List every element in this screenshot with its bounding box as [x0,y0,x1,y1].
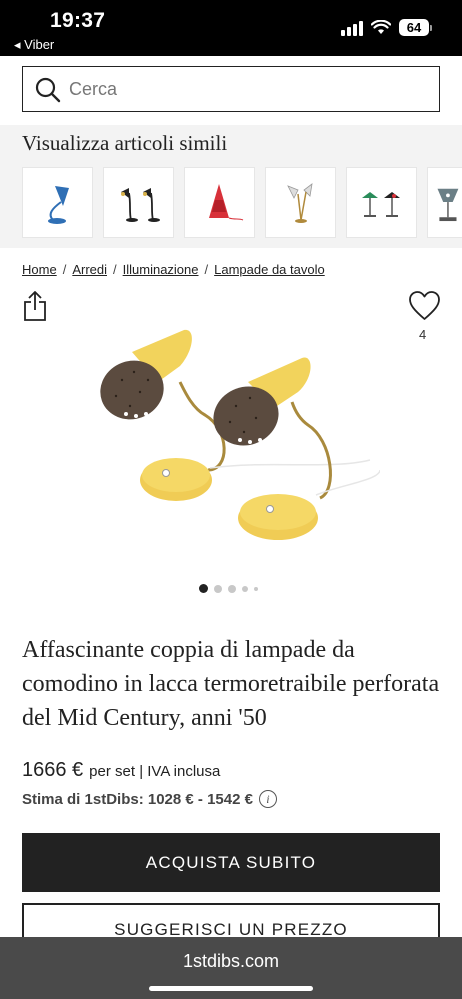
favorite-count: 4 [419,327,427,342]
url-text[interactable]: 1stdibs.com [0,951,462,972]
carousel-dot-active[interactable] [199,584,208,593]
carousel-dot[interactable] [228,584,236,593]
battery-level: 64 [399,19,429,36]
info-icon[interactable]: i [258,790,277,808]
estimate-text: Stima di 1stDibs: 1028 € - 1542 € [22,790,253,808]
similar-item-thumb[interactable] [22,167,93,238]
home-indicator[interactable] [149,986,313,991]
wifi-icon [371,20,391,34]
back-to-app-link[interactable]: ◂ Viber [14,37,54,53]
carousel-dot[interactable] [214,584,222,593]
status-icons: 64 [341,19,432,36]
similar-item-thumb[interactable] [427,167,462,238]
battery-icon: 64 [399,19,432,36]
similar-item-thumb[interactable] [346,167,417,238]
buy-now-button[interactable]: ACQUISTA SUBITO [22,833,440,892]
breadcrumb-arredi[interactable]: Arredi [72,262,107,277]
blue-lamp-image [47,185,69,224]
similar-items-section: Visualizza articoli simili [0,125,462,248]
status-bar: 19:37 ◂ Viber 64 [0,0,462,56]
price-note: per set | IVA inclusa [89,763,221,780]
multicolor-lamp-pair-image [361,191,400,217]
similar-items-heading: Visualizza articoli simili [22,131,228,155]
product-price: 1666 € [22,759,84,781]
price-estimate: Stima di 1stDibs: 1028 € - 1542 € i [22,790,277,808]
white-lamp-image [286,182,313,223]
carousel-dot[interactable] [242,585,248,592]
similar-items-list [22,167,462,238]
carousel-dot[interactable] [254,586,258,591]
browser-address-bar[interactable]: 1stdibs.com [0,937,462,999]
similar-item-thumb[interactable] [184,167,255,238]
product-title: Affascinante coppia di lampade da comodi… [22,637,440,731]
price-row: 1666 € per set | IVA inclusa [22,759,220,782]
signal-icon [341,20,363,36]
heart-icon[interactable] [408,290,441,321]
breadcrumb: Home / Arredi / Illuminazione / Lampade da tav… [22,262,325,277]
black-lamp-pair-image [120,187,160,222]
breadcrumb-lampade-da-tavolo[interactable]: Lampade da tavolo [214,262,325,277]
status-time: 19:37 [50,9,106,32]
red-lamp-image [208,183,243,220]
search-box[interactable] [22,66,440,112]
carousel-dots[interactable] [199,584,258,593]
share-icon[interactable] [22,290,48,322]
search-input[interactable] [69,75,419,103]
search-icon [35,77,61,103]
grey-lamp-image [437,188,459,221]
product-image[interactable] [80,320,380,550]
similar-item-thumb[interactable] [265,167,336,238]
breadcrumb-illuminazione[interactable]: Illuminazione [123,262,199,277]
breadcrumb-home[interactable]: Home [22,262,57,277]
similar-item-thumb[interactable] [103,167,174,238]
